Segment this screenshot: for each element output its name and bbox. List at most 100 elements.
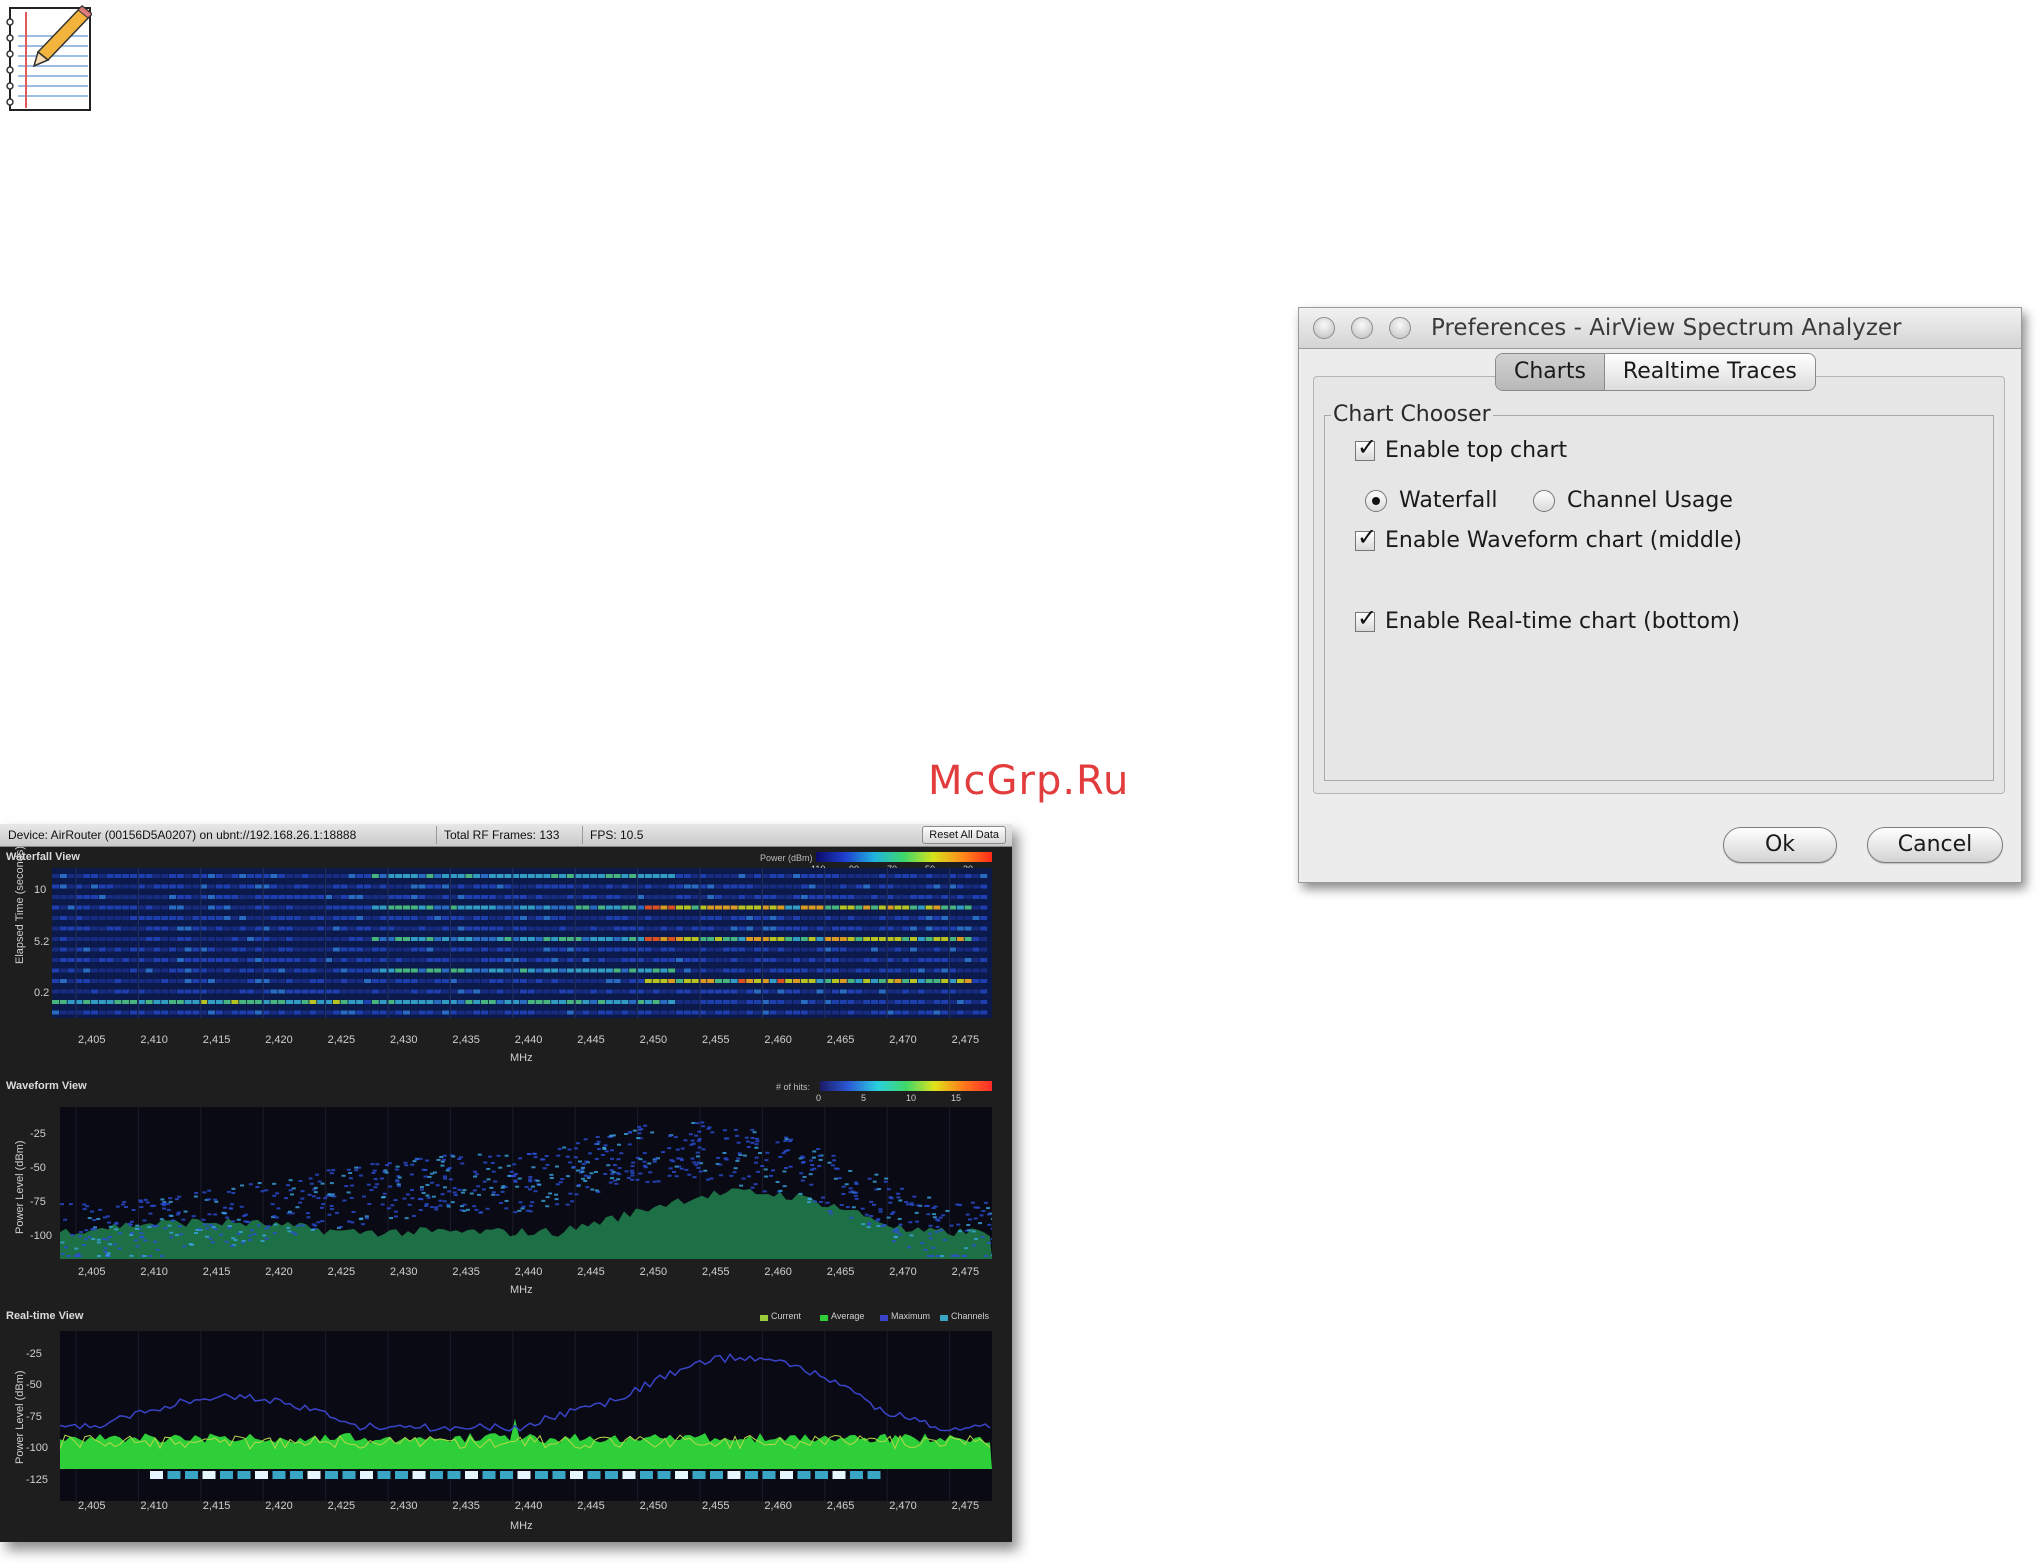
x-tick-label: 2,470: [889, 1266, 917, 1278]
x-tick-label: 2,465: [826, 1500, 855, 1512]
ok-button[interactable]: Ok: [1723, 827, 1837, 863]
waterfall-x-label: MHz: [510, 1052, 533, 1064]
waterfall-radio[interactable]: [1365, 489, 1387, 512]
legend-swatch: [940, 1315, 948, 1321]
radio-selected-dot: [1372, 496, 1380, 505]
x-tick-label: 2,440: [514, 1034, 543, 1046]
x-tick-label: 2,465: [826, 1034, 855, 1046]
channel-usage-radio-label: Channel Usage: [1567, 488, 1733, 513]
x-tick-label: 2,405: [78, 1500, 106, 1512]
x-tick-label: 2,455: [702, 1500, 730, 1512]
x-tick-label: 2,435: [452, 1034, 480, 1046]
zoom-window-button[interactable]: [1389, 317, 1411, 339]
y-tick-label: -75: [30, 1196, 46, 1208]
enable-realtime-chart-option[interactable]: ✓ Enable Real-time chart (bottom): [1355, 605, 1740, 634]
legend-swatch: [820, 1315, 828, 1321]
x-tick-label: 2,470: [889, 1034, 917, 1046]
waterfall-y-label: Elapsed Time (seconds): [14, 846, 26, 964]
watermark-text: McGrp.Ru: [928, 758, 1130, 804]
x-tick-label: 2,425: [327, 1266, 356, 1278]
legend-tick-label: 10: [906, 1093, 917, 1103]
x-tick-label: 2,460: [764, 1034, 792, 1046]
x-tick-label: 2,440: [514, 1500, 543, 1512]
y-tick-label: 0.2: [34, 987, 50, 999]
preferences-dialog: Preferences - AirView Spectrum Analyzer …: [1298, 307, 2022, 883]
enable-waveform-chart-option[interactable]: ✓ Enable Waveform chart (middle): [1355, 524, 1743, 553]
tab-charts[interactable]: Charts: [1496, 354, 1605, 390]
y-tick-label: -50: [30, 1162, 46, 1174]
y-tick-label: -75: [26, 1411, 42, 1423]
x-tick-label: 2,450: [639, 1266, 668, 1278]
legend-entry: Channels: [951, 1311, 990, 1321]
x-tick-label: 2,435: [452, 1500, 480, 1512]
x-tick-label: 2,455: [702, 1034, 730, 1046]
x-tick-label: 2,450: [639, 1500, 668, 1512]
y-tick-label: -125: [26, 1474, 49, 1486]
x-tick-label: 2,445: [577, 1500, 605, 1512]
x-tick-label: 2,475: [951, 1034, 980, 1046]
analyzer-status-bar: Device: AirRouter (00156D5A0207) on ubnt…: [0, 824, 1012, 847]
x-tick-label: 2,455: [702, 1266, 730, 1278]
x-tick-label: 2,445: [577, 1034, 605, 1046]
checkmark-icon: ✓: [1357, 432, 1378, 461]
y-tick-label: -100: [30, 1230, 53, 1242]
waterfall-plot: [52, 868, 992, 1018]
x-tick-label: 2,410: [140, 1034, 168, 1046]
window-title: Preferences - AirView Spectrum Analyzer: [1431, 315, 1902, 341]
x-tick-label: 2,460: [764, 1500, 792, 1512]
chart-chooser-title: Chart Chooser: [1331, 402, 1493, 427]
enable-waveform-chart-checkbox[interactable]: ✓: [1355, 524, 1377, 551]
x-tick-label: 2,415: [202, 1034, 231, 1046]
preferences-tabs: Charts Realtime Traces: [1495, 353, 1816, 391]
waterfall-radio-label: Waterfall: [1399, 488, 1498, 513]
preferences-titlebar: Preferences - AirView Spectrum Analyzer: [1299, 308, 2021, 349]
x-tick-label: 2,425: [327, 1034, 356, 1046]
close-window-button[interactable]: [1313, 317, 1335, 339]
y-tick-label: -25: [30, 1128, 46, 1140]
cancel-button[interactable]: Cancel: [1867, 827, 2003, 863]
waterfall-power-legend: [816, 852, 992, 862]
y-tick-label: -100: [26, 1442, 49, 1454]
enable-top-chart-option[interactable]: ✓ Enable top chart: [1355, 434, 1568, 463]
y-tick-label: -25: [26, 1348, 42, 1360]
enable-realtime-chart-checkbox[interactable]: ✓: [1355, 605, 1377, 632]
minimize-window-button[interactable]: [1351, 317, 1373, 339]
x-tick-label: 2,465: [826, 1266, 855, 1278]
y-tick-label: -50: [26, 1379, 42, 1391]
x-tick-label: 2,430: [390, 1500, 418, 1512]
x-tick-label: 2,475: [951, 1500, 980, 1512]
tab-realtime-traces[interactable]: Realtime Traces: [1605, 354, 1815, 390]
x-tick-label: 2,405: [78, 1034, 106, 1046]
x-tick-label: 2,445: [577, 1266, 605, 1278]
x-tick-label: 2,460: [764, 1266, 792, 1278]
notepad-pencil-icon: [6, 4, 92, 111]
legend-tick-label: 15: [951, 1093, 962, 1103]
realtime-title: Real-time View: [6, 1310, 84, 1322]
legend-entry: Current: [771, 1311, 802, 1321]
waveform-title: Waveform View: [6, 1080, 87, 1092]
waveform-x-label: MHz: [510, 1284, 533, 1296]
checkmark-icon: ✓: [1357, 603, 1378, 632]
legend-tick-label: 5: [861, 1093, 867, 1103]
x-tick-label: 2,470: [889, 1500, 917, 1512]
x-tick-label: 2,430: [390, 1266, 418, 1278]
y-tick-label: 10: [34, 884, 47, 896]
waveform-plot: [60, 1107, 992, 1259]
x-tick-label: 2,450: [639, 1034, 668, 1046]
enable-top-chart-label: Enable top chart: [1385, 438, 1568, 463]
x-tick-label: 2,425: [327, 1500, 356, 1512]
channel-usage-radio-option[interactable]: Channel Usage: [1533, 488, 1733, 513]
fps-readout: FPS: 10.5: [590, 828, 644, 842]
channel-usage-radio[interactable]: [1533, 489, 1555, 512]
enable-top-chart-checkbox[interactable]: ✓: [1355, 434, 1377, 461]
legend-entry: Maximum: [891, 1311, 931, 1321]
x-tick-label: 2,475: [951, 1266, 980, 1278]
x-tick-label: 2,405: [78, 1266, 106, 1278]
reset-all-data-button[interactable]: Reset All Data: [922, 826, 1006, 844]
waterfall-radio-option[interactable]: Waterfall: [1365, 488, 1497, 513]
x-tick-label: 2,435: [452, 1266, 480, 1278]
enable-waveform-chart-label: Enable Waveform chart (middle): [1385, 528, 1743, 553]
x-tick-label: 2,430: [390, 1034, 418, 1046]
enable-realtime-chart-label: Enable Real-time chart (bottom): [1385, 609, 1740, 634]
waveform-y-label: Power Level (dBm): [14, 1140, 26, 1234]
